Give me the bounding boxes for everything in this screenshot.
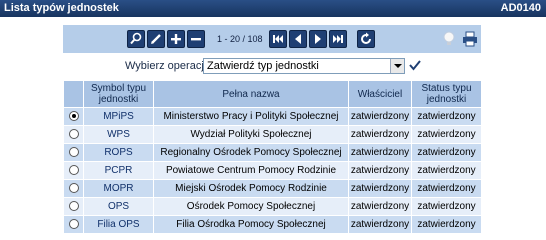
status-cell: zatwierdzony xyxy=(411,107,482,126)
full-name-cell: Ministerstwo Pracy i Polityki Społecznej xyxy=(153,107,349,126)
row-select-cell[interactable] xyxy=(63,197,84,216)
header-full-name[interactable]: Pełna nazwa xyxy=(153,80,349,108)
first-page-icon xyxy=(273,35,283,43)
header-status[interactable]: Status typu jednostki xyxy=(411,80,482,108)
header-symbol[interactable]: Symbol typu jednostki xyxy=(83,80,154,108)
row-radio[interactable] xyxy=(68,147,79,158)
row-radio[interactable] xyxy=(68,129,79,140)
full-name-cell: Wydział Polityki Społecznej xyxy=(153,125,349,144)
table-row[interactable]: ROPS Regionalny Ośrodek Pomocy Społecznej… xyxy=(63,143,482,162)
status-cell: zatwierdzony xyxy=(411,215,482,234)
previous-page-icon xyxy=(295,34,301,44)
full-name-cell: Miejski Ośrodek Pomocy Rodzinie xyxy=(153,179,349,198)
print-icon[interactable] xyxy=(461,30,479,48)
last-page-button[interactable] xyxy=(329,30,347,48)
table-row[interactable]: OPS Ośrodek Pomocy Społecznej zatwierdzony… xyxy=(63,197,482,216)
add-button[interactable] xyxy=(167,30,185,48)
symbol-cell: ROPS xyxy=(83,143,154,162)
header-owner[interactable]: Właściciel xyxy=(348,80,412,108)
table-row[interactable]: WPS Wydział Polityki Społecznej zatwierdzo… xyxy=(63,125,482,144)
header-select xyxy=(63,80,84,108)
status-cell: zatwierdzony xyxy=(411,161,482,180)
row-select-cell[interactable] xyxy=(63,143,84,162)
table-row[interactable]: MPiPS Ministerstwo Pracy i Polityki Społe… xyxy=(63,107,482,126)
remove-button[interactable] xyxy=(187,30,205,48)
row-select-cell[interactable] xyxy=(63,161,84,180)
unit-types-table: Symbol typu jednostki Pełna nazwa Właści… xyxy=(63,80,482,234)
edit-icon xyxy=(151,34,161,44)
add-icon xyxy=(171,34,181,44)
operation-selected-value: Zatwierdź typ jednostki xyxy=(207,60,319,72)
status-cell: zatwierdzony xyxy=(411,125,482,144)
table-row[interactable]: Filia OPS Filia Ośrodka Pomocy Społecznej… xyxy=(63,215,482,234)
full-name-cell: Regionalny Ośrodek Pomocy Społecznej xyxy=(153,143,349,162)
symbol-cell: WPS xyxy=(83,125,154,144)
full-name-cell: Filia Ośrodka Pomocy Społecznej xyxy=(153,215,349,234)
refresh-button[interactable] xyxy=(357,30,375,48)
next-page-button[interactable] xyxy=(309,30,327,48)
table-row[interactable]: MOPR Miejski Ośrodek Pomocy Rodzinie zatwi… xyxy=(63,179,482,198)
remove-icon xyxy=(191,38,201,41)
operation-label: Wybierz operację: xyxy=(125,60,213,72)
table-row[interactable]: PCPR Powiatowe Centrum Pomocy Rodzinie zat… xyxy=(63,161,482,180)
row-radio[interactable] xyxy=(68,165,79,176)
row-select-cell[interactable] xyxy=(63,179,84,198)
last-page-icon xyxy=(333,35,343,43)
row-radio[interactable] xyxy=(68,183,79,194)
lightbulb-icon[interactable] xyxy=(439,29,459,49)
table-header-row: Symbol typu jednostki Pełna nazwa Właści… xyxy=(63,80,482,108)
full-name-cell: Ośrodek Pomocy Społecznej xyxy=(153,197,349,216)
row-radio[interactable] xyxy=(68,111,79,122)
pager-text: 1 - 20 / 108 xyxy=(217,34,263,44)
owner-cell: zatwierdzony xyxy=(348,161,412,180)
full-name-cell: Powiatowe Centrum Pomocy Rodzinie xyxy=(153,161,349,180)
row-radio[interactable] xyxy=(68,201,79,212)
chevron-down-icon xyxy=(394,64,402,68)
screen-code: AD0140 xyxy=(500,2,541,14)
owner-cell: zatwierdzony xyxy=(348,143,412,162)
symbol-cell: MOPR xyxy=(83,179,154,198)
refresh-icon xyxy=(361,32,371,44)
owner-cell: zatwierdzony xyxy=(348,107,412,126)
first-page-button[interactable] xyxy=(269,30,287,48)
owner-cell: zatwierdzony xyxy=(348,125,412,144)
next-page-icon xyxy=(315,34,321,44)
search-button[interactable] xyxy=(127,30,145,48)
window-title: Lista typów jednostek xyxy=(4,2,119,14)
row-radio[interactable] xyxy=(68,219,79,230)
row-select-cell[interactable] xyxy=(63,107,84,126)
symbol-cell: Filia OPS xyxy=(83,215,154,234)
toolbar: 1 - 20 / 108 xyxy=(63,25,481,53)
status-cell: zatwierdzony xyxy=(411,179,482,198)
symbol-cell: OPS xyxy=(83,197,154,216)
status-cell: zatwierdzony xyxy=(411,197,482,216)
row-select-cell[interactable] xyxy=(63,215,84,234)
previous-page-button[interactable] xyxy=(289,30,307,48)
status-cell: zatwierdzony xyxy=(411,143,482,162)
row-select-cell[interactable] xyxy=(63,125,84,144)
checkmark-icon[interactable] xyxy=(408,58,422,72)
operation-select[interactable]: Zatwierdź typ jednostki xyxy=(203,58,405,74)
operation-row: Wybierz operację: Zatwierdź typ jednostk… xyxy=(63,56,481,76)
symbol-cell: PCPR xyxy=(83,161,154,180)
dropdown-arrow[interactable] xyxy=(390,59,404,73)
edit-button[interactable] xyxy=(147,30,165,48)
owner-cell: zatwierdzony xyxy=(348,215,412,234)
owner-cell: zatwierdzony xyxy=(348,179,412,198)
search-icon xyxy=(130,32,142,45)
symbol-cell: MPiPS xyxy=(83,107,154,126)
title-bar: Lista typów jednostek AD0140 xyxy=(0,0,546,17)
owner-cell: zatwierdzony xyxy=(348,197,412,216)
